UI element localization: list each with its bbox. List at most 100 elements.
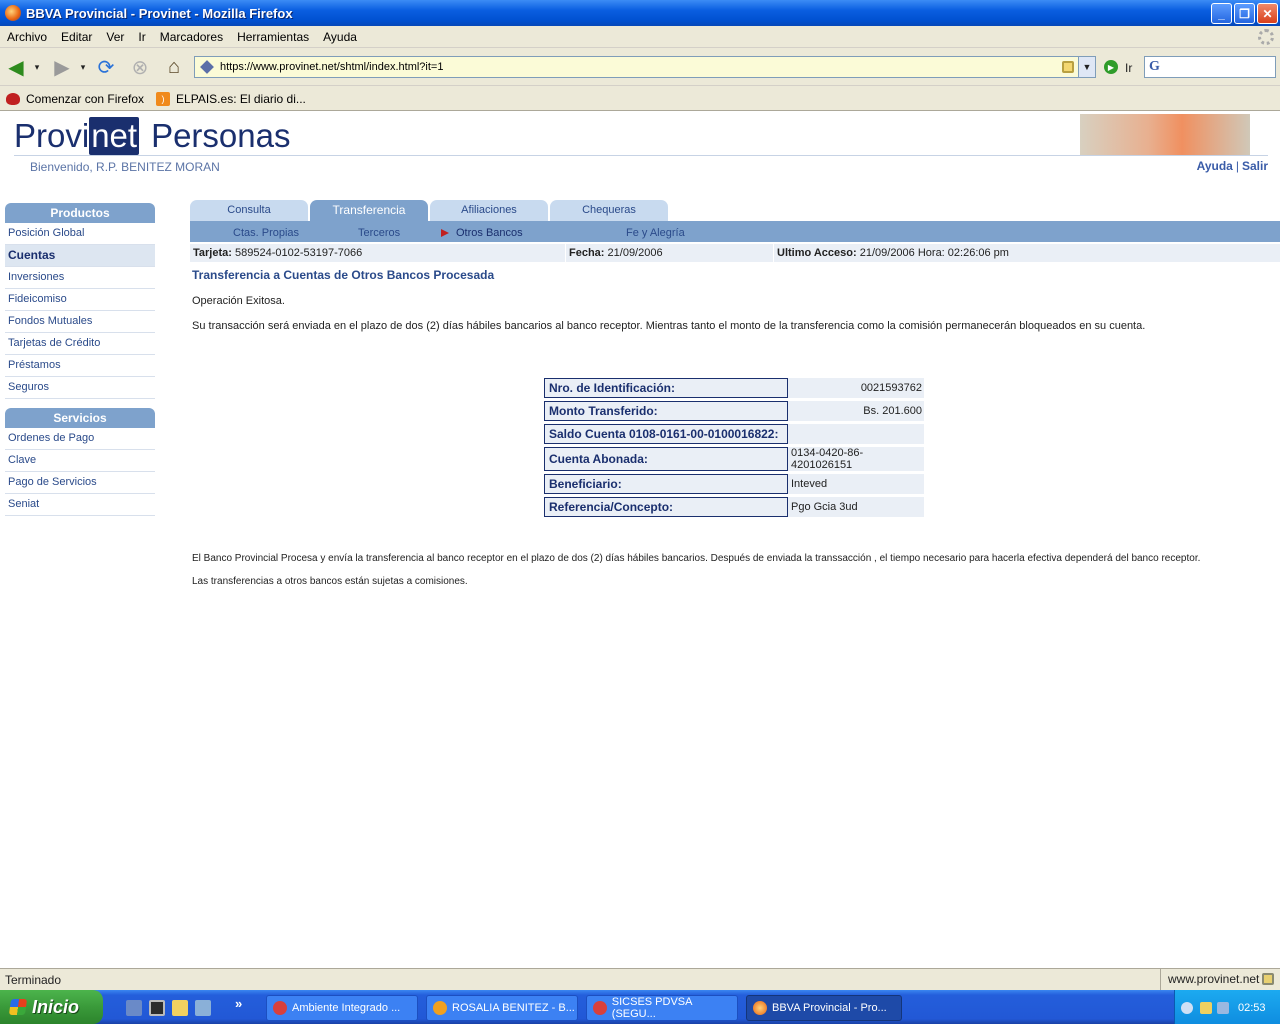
minimize-button[interactable]: _ — [1211, 3, 1232, 24]
subtab-fe-y-alegria[interactable]: Fe y Alegría — [626, 227, 685, 239]
forward-icon[interactable]: ▶ — [50, 55, 74, 79]
date-info: Fecha: 21/09/2006 — [569, 247, 663, 259]
url-dropdown-icon[interactable]: ▼ — [1078, 57, 1095, 77]
back-dropdown-icon[interactable]: ▾ — [32, 55, 42, 79]
close-button[interactable]: ✕ — [1257, 3, 1278, 24]
quicklaunch-folder-icon[interactable] — [172, 1000, 188, 1016]
detail-value: Pgo Gcia 3ud — [788, 497, 924, 517]
url-bar[interactable]: https://www.provinet.net/shtml/index.htm… — [194, 56, 1096, 78]
table-row: Referencia/Concepto: Pgo Gcia 3ud — [544, 497, 924, 517]
card-info: Tarjeta: 589524-0102-53197-7066 — [193, 247, 362, 259]
home-icon[interactable]: ⌂ — [162, 55, 186, 79]
menu-marcadores[interactable]: Marcadores — [153, 30, 230, 44]
detail-value: 0021593762 — [788, 378, 924, 398]
last-access-label: Ultimo Acceso: — [777, 247, 857, 259]
tab-afiliaciones[interactable]: Afiliaciones — [430, 200, 548, 221]
menu-herramientas[interactable]: Herramientas — [230, 30, 316, 44]
sidebar-item-clave[interactable]: Clave — [5, 450, 155, 472]
date-label: Fecha: — [569, 247, 605, 259]
sidebar-item-posicion-global[interactable]: Posición Global — [5, 223, 155, 245]
date-value: 21/09/2006 — [607, 247, 663, 259]
sidebar-item-inversiones[interactable]: Inversiones — [5, 267, 155, 289]
last-access-info: Ultimo Acceso: 21/09/2006 Hora: 02:26:06… — [777, 247, 1009, 259]
subtab-otros-bancos[interactable]: Otros Bancos — [456, 227, 523, 239]
bookmark-label: Comenzar con Firefox — [26, 91, 145, 106]
sidebar-item-fideicomiso[interactable]: Fideicomiso — [5, 289, 155, 311]
footer-note: El Banco Provincial Procesa y envía la t… — [192, 553, 1201, 564]
sidebar-item-prestamos[interactable]: Préstamos — [5, 355, 155, 377]
detail-value: Inteved — [788, 474, 924, 494]
sidebar-item-seniat[interactable]: Seniat — [5, 494, 155, 516]
quicklaunch-app-icon[interactable] — [195, 1000, 211, 1016]
tab-transferencia[interactable]: Transferencia — [310, 200, 428, 221]
detail-label: Nro. de Identificación: — [544, 378, 788, 398]
subtab-ctas-propias[interactable]: Ctas. Propias — [233, 227, 299, 239]
task-label: ROSALIA BENITEZ - B... — [452, 1002, 575, 1014]
provinet-logo: Provi net Personas — [14, 117, 290, 155]
url-text[interactable]: https://www.provinet.net/shtml/index.htm… — [220, 61, 1062, 73]
taskbar-item-rosalia[interactable]: ROSALIA BENITEZ - B... — [426, 995, 578, 1021]
sidebar-item-pago-servicios[interactable]: Pago de Servicios — [5, 472, 155, 494]
lock-icon[interactable] — [1062, 61, 1074, 73]
reload-icon[interactable]: ⟳ — [94, 55, 118, 79]
app-icon — [593, 1001, 607, 1015]
taskbar-item-ambiente[interactable]: Ambiente Integrado ... — [266, 995, 418, 1021]
table-row: Beneficiario: Inteved — [544, 474, 924, 494]
menu-bar: Archivo Editar Ver Ir Marcadores Herrami… — [0, 26, 1280, 48]
sidebar-item-ordenes-pago[interactable]: Ordenes de Pago — [5, 428, 155, 450]
go-button[interactable]: Ir — [1125, 61, 1132, 75]
network-icon[interactable] — [1217, 1002, 1229, 1014]
task-label: BBVA Provincial - Pro... — [772, 1002, 887, 1014]
detail-label: Monto Transferido: — [544, 401, 788, 421]
go-icon[interactable]: ▶ — [1104, 60, 1118, 74]
bookmark-elpais[interactable]: ) ELPAIS.es: El diario di... — [156, 91, 306, 106]
quicklaunch-overflow-icon[interactable]: » — [235, 996, 242, 1011]
tab-consulta[interactable]: Consulta — [190, 200, 308, 221]
start-button[interactable]: Inicio — [0, 990, 103, 1024]
task-label: SICSES PDVSA (SEGU... — [611, 996, 692, 1020]
menu-ayuda[interactable]: Ayuda — [316, 30, 364, 44]
app-icon — [433, 1001, 447, 1015]
sidebar-item-seguros[interactable]: Seguros — [5, 377, 155, 399]
maximize-button[interactable]: ❐ — [1234, 3, 1255, 24]
tab-chequeras[interactable]: Chequeras — [550, 200, 668, 221]
logout-link[interactable]: Salir — [1242, 159, 1268, 173]
search-input[interactable]: G — [1144, 56, 1276, 78]
bookmark-label: ELPAIS.es: El diario di... — [176, 91, 306, 106]
subtab-bar — [190, 221, 1280, 242]
menu-archivo[interactable]: Archivo — [0, 30, 54, 44]
tray-icon[interactable] — [1200, 1002, 1212, 1014]
quicklaunch-console-icon[interactable] — [149, 1000, 165, 1016]
app-icon — [273, 1001, 287, 1015]
menu-ver[interactable]: Ver — [99, 30, 131, 44]
last-access-value: 21/09/2006 Hora: 02:26:06 pm — [859, 247, 1009, 259]
menu-editar[interactable]: Editar — [54, 30, 99, 44]
status-text: Terminado — [5, 973, 62, 987]
stop-icon[interactable]: ⊗ — [128, 55, 152, 79]
link-separator: | — [1235, 159, 1239, 173]
subtab-terceros[interactable]: Terceros — [358, 227, 400, 239]
start-label: Inicio — [32, 996, 80, 1017]
back-icon[interactable]: ◀ — [4, 55, 28, 79]
detail-value — [788, 424, 924, 444]
taskbar-item-sicses[interactable]: SICSES PDVSA (SEGU... — [586, 995, 738, 1021]
card-label: Tarjeta: — [193, 247, 232, 259]
forward-dropdown-icon[interactable]: ▾ — [78, 55, 88, 79]
sidebar-item-cuentas[interactable]: Cuentas — [5, 245, 155, 267]
tray-expand-icon[interactable] — [1181, 1002, 1193, 1014]
account-info-row: Tarjeta: 589524-0102-53197-7066 Fecha: 2… — [190, 244, 1280, 262]
firefox-icon — [753, 1001, 767, 1015]
google-icon[interactable]: G — [1149, 59, 1160, 75]
status-site: www.provinet.net — [1160, 969, 1259, 990]
secure-lock-icon[interactable] — [1262, 973, 1274, 985]
commission-note: Las transferencias a otros bancos están … — [192, 576, 468, 587]
taskbar-item-bbva[interactable]: BBVA Provincial - Pro... — [746, 995, 902, 1021]
window-titlebar[interactable]: BBVA Provincial - Provinet - Mozilla Fir… — [0, 0, 1280, 26]
help-link[interactable]: Ayuda — [1197, 159, 1233, 173]
menu-ir[interactable]: Ir — [131, 30, 152, 44]
quicklaunch-network-icon[interactable] — [126, 1000, 142, 1016]
table-row: Monto Transferido: Bs. 201.600 — [544, 401, 924, 421]
sidebar-item-tarjetas[interactable]: Tarjetas de Crédito — [5, 333, 155, 355]
sidebar-item-fondos-mutuales[interactable]: Fondos Mutuales — [5, 311, 155, 333]
bookmark-firefox[interactable]: Comenzar con Firefox — [6, 92, 144, 106]
